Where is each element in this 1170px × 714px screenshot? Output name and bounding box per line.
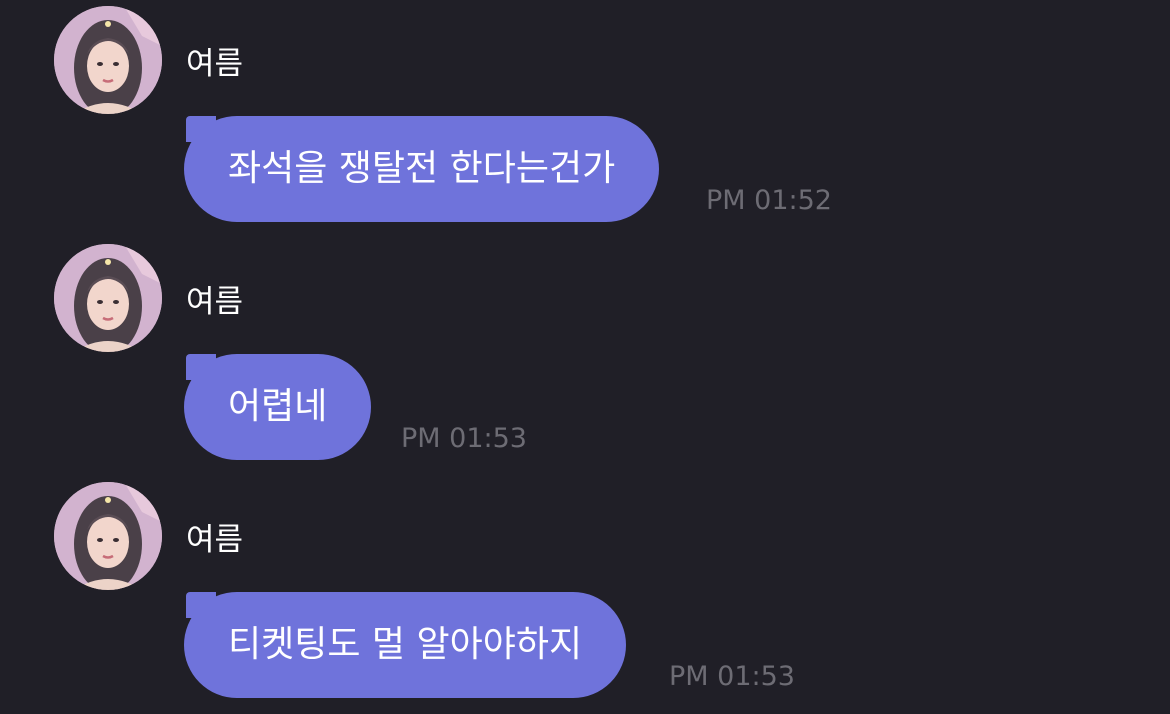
message-bubble[interactable]: 티켓팅도 멀 알아야하지: [184, 592, 627, 698]
avatar[interactable]: [54, 244, 162, 352]
sender-name: 여름: [186, 522, 244, 558]
message-bubble[interactable]: 어렵네: [184, 354, 372, 460]
avatar[interactable]: [54, 6, 162, 114]
message-timestamp: PM 01:53: [401, 423, 527, 454]
sender-name: 여름: [186, 284, 244, 320]
message-bubble[interactable]: 좌석을 쟁탈전 한다는건가: [184, 116, 660, 222]
message-item: 여름 좌석을 쟁탈전 한다는건가 PM 01:52: [0, 0, 1170, 238]
sender-name: 여름: [186, 46, 244, 82]
message-item: 여름 티켓팅도 멀 알아야하지 PM 01:53: [0, 476, 1170, 714]
message-timestamp: PM 01:52: [706, 185, 832, 216]
message-item: 여름 어렵네 PM 01:53: [0, 238, 1170, 476]
avatar[interactable]: [54, 482, 162, 590]
message-timestamp: PM 01:53: [669, 661, 795, 692]
